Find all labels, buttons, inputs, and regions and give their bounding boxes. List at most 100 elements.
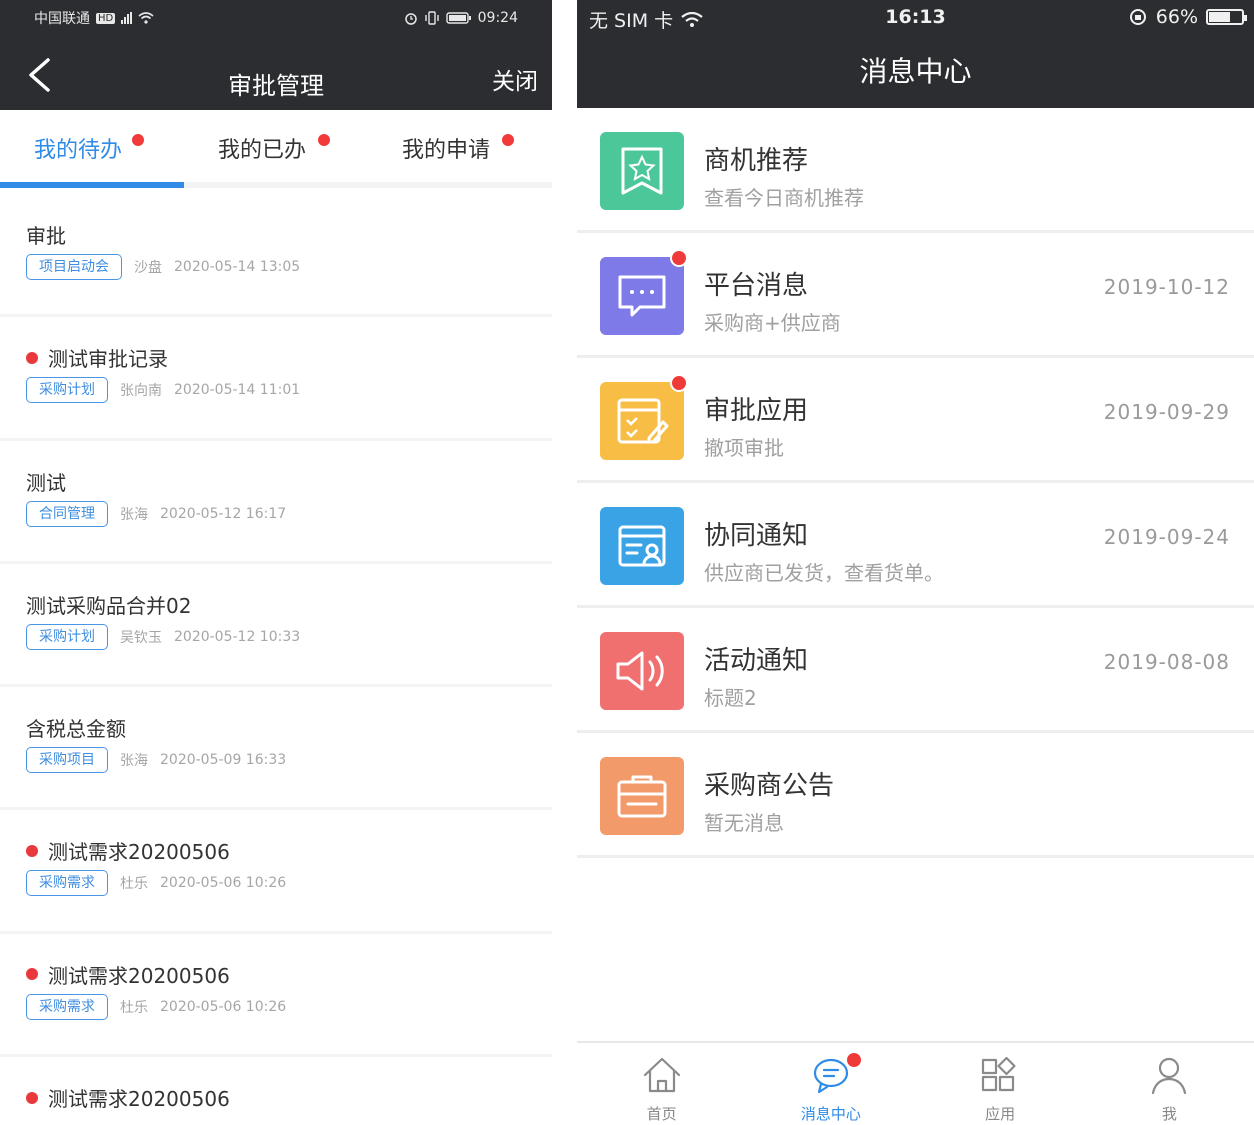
close-button[interactable]: 关闭 [492,62,538,96]
message-list: 商机推荐 查看今日商机推荐平台消息采购商+供应商 2019-10-12 审批应用 撤项审… [577,108,1254,858]
approval-list: 审批 项目启动会 沙盘 2020-05-14 13:05 测试审批记录 采购计划 张向南 20… [0,194,552,1125]
tab-bar: 我的待办 我的已办 我的申请 [0,110,552,188]
star-bookmark-icon [600,132,684,210]
unread-dot [132,134,144,146]
item-title-row: 测试需求20200506 [26,960,230,989]
message-date: 2019-09-29 [1103,400,1230,424]
tab-my-done[interactable]: 我的已办 [184,110,368,182]
message-item[interactable]: 商机推荐 查看今日商机推荐 [577,108,1254,233]
item-person: 杜乐 [120,999,148,1016]
message-date: 2019-10-12 [1103,275,1230,299]
item-meta-row: 采购需求 杜乐 2020-05-06 10:26 [26,870,286,897]
category-tag: 采购项目 [26,747,108,774]
approval-item[interactable]: 含税总金额采购项目 张海 2020-05-09 16:33 [0,687,552,811]
unread-badge [670,249,688,267]
chat-bubble-icon [600,257,684,335]
approval-item[interactable]: 测试需求20200506 [0,1057,552,1125]
message-item[interactable]: 活动通知 标题2 2019-08-08 [577,608,1254,733]
item-title: 测试采购品合并02 [26,593,192,618]
message-center-screen: 无 SIM 卡 16:13 66% 消息中心 商机推荐 查看今日商机推荐平台消息采… [577,0,1254,1125]
bottom-tab-bar: 首页 消息中心 应用 我 [577,1041,1254,1125]
tab-label: 应用 [985,1105,1016,1123]
tab-home[interactable]: 首页 [577,1043,746,1125]
nav-bar: 审批管理 关闭 [0,36,552,110]
category-tag: 采购需求 [26,870,108,897]
message-item[interactable]: 审批应用 撤项审批 2019-09-29 [577,358,1254,483]
tab-label: 我的申请 [402,138,491,163]
apps-icon [978,1055,1022,1095]
battery-fill [1209,12,1231,22]
message-item[interactable]: 协同通知 供应商已发货，查看货单。 2019-09-24 [577,483,1254,608]
message-item[interactable]: 平台消息采购商+供应商 2019-10-12 [577,233,1254,358]
tab-apps[interactable]: 应用 [916,1043,1085,1125]
category-tag: 合同管理 [26,500,108,527]
briefcase-icon [600,757,684,835]
status-bar: 无 SIM 卡 16:13 66% [577,0,1254,34]
message-preview: 供应商已发货，查看货单。 [704,561,944,585]
item-meta-row: 合同管理 张海 2020-05-12 16:17 [26,500,286,527]
item-title: 测试需求20200506 [48,1087,230,1112]
message-preview: 采购商+供应商 [704,311,841,335]
orientation-lock-icon [1129,9,1146,25]
item-person: 吴钦玉 [120,629,162,646]
tab-label: 我 [1161,1105,1177,1123]
message-name: 采购商公告 [704,771,835,801]
approval-item[interactable]: 测试审批记录采购计划 张向南 2020-05-14 11:01 [0,317,552,441]
unread-dot [26,1091,38,1104]
message-item[interactable]: 采购商公告 暂无消息 [577,733,1254,858]
item-title: 测试审批记录 [48,347,168,372]
carrier-label: 中国联通 [34,11,90,27]
approval-item[interactable]: 测试合同管理 张海 2020-05-12 16:17 [0,441,552,564]
tab-label: 我的已办 [218,138,307,163]
approval-item[interactable]: 测试采购品合并02 采购计划 吴钦玉 2020-05-12 10:33 [0,564,552,688]
unread-dot [26,351,38,364]
message-date: 2019-09-24 [1103,525,1230,549]
item-title: 含税总金额 [26,717,126,742]
page-title: 审批管理 [228,72,324,100]
approval-item[interactable]: 测试需求20200506 采购需求 杜乐 2020-05-06 10:26 [0,934,552,1058]
message-name: 平台消息 [704,271,809,301]
item-person: 张海 [120,753,148,770]
contact-card-icon [600,507,684,585]
item-title: 测试需求20200506 [48,963,230,988]
user-icon [1147,1055,1191,1095]
approval-edit-icon [600,382,684,460]
speaker-icon [600,632,684,710]
item-person: 张海 [120,506,148,523]
item-meta-row: 采购计划 吴钦玉 2020-05-12 10:33 [26,623,301,650]
item-title: 测试需求20200506 [48,840,230,865]
item-time: 2020-05-14 13:05 [174,259,301,275]
signal-icon [121,12,133,24]
approval-item[interactable]: 审批项目启动会 沙盘 2020-05-14 13:05 [0,194,552,318]
category-tag: 采购计划 [26,377,108,404]
item-time: 2020-05-06 10:26 [160,998,287,1015]
tab-user[interactable]: 我 [1085,1043,1254,1125]
item-meta-row: 项目启动会 沙盘 2020-05-14 13:05 [26,254,300,280]
hd-badge: HD [96,12,116,24]
item-meta-row: 采购项目 张海 2020-05-09 16:33 [26,747,286,774]
status-bar: 中国联通 HD 09:24 [0,0,552,36]
page-title: 消息中心 [577,34,1254,108]
item-time: 2020-05-12 10:33 [174,628,301,645]
item-title-row: 测试需求20200506 [26,1083,230,1112]
item-time: 2020-05-14 11:01 [174,382,301,399]
item-title-row: 测试需求20200506 [26,836,230,865]
approval-item[interactable]: 测试需求20200506 采购需求 杜乐 2020-05-06 10:26 [0,810,552,934]
item-title-row: 审批 [26,220,66,249]
battery-icon [1206,9,1247,25]
battery-icon [445,12,471,24]
tab-message[interactable]: 消息中心 [746,1043,915,1125]
category-tag: 采购计划 [26,623,108,650]
status-time: 09:24 [477,10,518,26]
message-name: 活动通知 [704,646,809,676]
alarm-icon [404,13,417,25]
wifi-icon [138,12,154,24]
item-title-row: 含税总金额 [26,713,126,742]
item-person: 张向南 [120,383,162,400]
active-tab-indicator [0,182,184,188]
tab-my-requests[interactable]: 我的申请 [368,110,552,182]
item-title-row: 测试 [26,467,66,496]
tab-my-todo[interactable]: 我的待办 [0,110,184,182]
unread-dot [26,844,38,857]
unread-badge [844,1051,863,1069]
